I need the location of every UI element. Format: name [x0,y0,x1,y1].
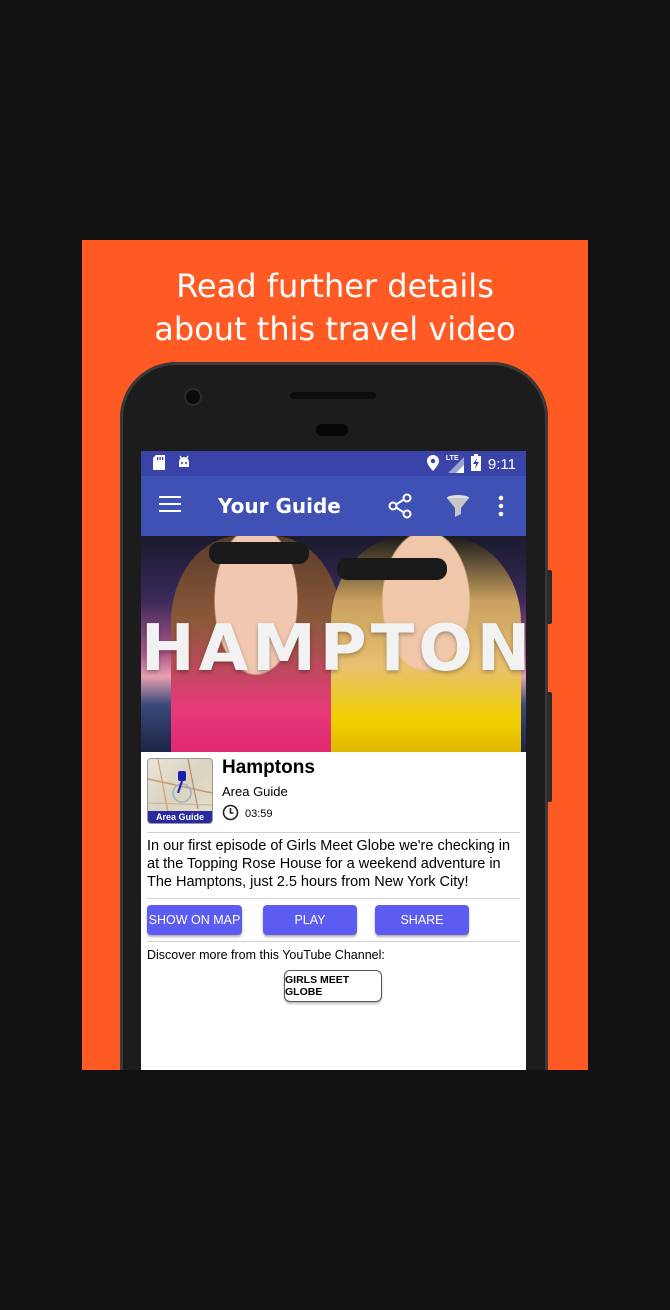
status-time: 9:11 [487,456,516,473]
share-icon[interactable] [387,493,413,524]
clock-icon [222,804,239,824]
android-icon [177,455,191,475]
video-thumbnail[interactable]: Area Guide [147,758,213,824]
status-bar: LTE 9:11 [141,451,526,476]
menu-icon[interactable] [159,496,181,517]
video-category: Area Guide [222,784,288,799]
promo-headline: Read further details about this travel v… [82,265,588,351]
app-screen: LTE 9:11 Your Guide HAMPTON Area Guide H… [141,451,526,1070]
promo-banner: Read further details about this travel v… [82,240,588,1070]
video-info: Area Guide Hamptons Area Guide 03:59 [141,752,526,832]
battery-charging-icon [470,454,481,475]
hero-sunglasses-right [337,558,447,580]
share-button[interactable]: SHARE [375,905,469,935]
promo-headline-line2: about this travel video [154,310,516,348]
channel-prompt: Discover more from this YouTube Channel: [147,948,385,962]
video-duration: 03:59 [222,804,273,824]
action-buttons: SHOW ON MAP PLAY SHARE [147,899,520,942]
speaker-grill [290,392,376,399]
video-hero-image[interactable]: HAMPTONS [141,536,526,752]
signal-icon: LTE [445,454,464,473]
channel-button[interactable]: GIRLS MEET GLOBE [284,970,382,1002]
hero-overlay-text: HAMPTONS [141,612,526,686]
app-title: Your Guide [218,494,341,518]
network-type-label: LTE [445,454,459,462]
show-on-map-button[interactable]: SHOW ON MAP [147,905,242,935]
app-bar: Your Guide [141,476,526,536]
earpiece [316,424,348,436]
location-icon [426,454,439,475]
filter-icon[interactable] [445,493,471,524]
volume-button [547,570,552,624]
video-title: Hamptons [222,757,315,778]
map-pin-icon [176,771,188,794]
power-button [547,692,552,802]
thumbnail-badge: Area Guide [148,811,212,823]
more-vert-icon[interactable] [497,493,505,524]
play-button[interactable]: PLAY [263,905,357,935]
sd-card-icon [153,455,165,475]
hero-sunglasses-left [209,542,309,564]
promo-headline-line1: Read further details [176,267,494,305]
front-camera [186,390,200,404]
duration-value: 03:59 [245,808,273,820]
video-description: In our first episode of Girls Meet Globe… [147,832,520,899]
